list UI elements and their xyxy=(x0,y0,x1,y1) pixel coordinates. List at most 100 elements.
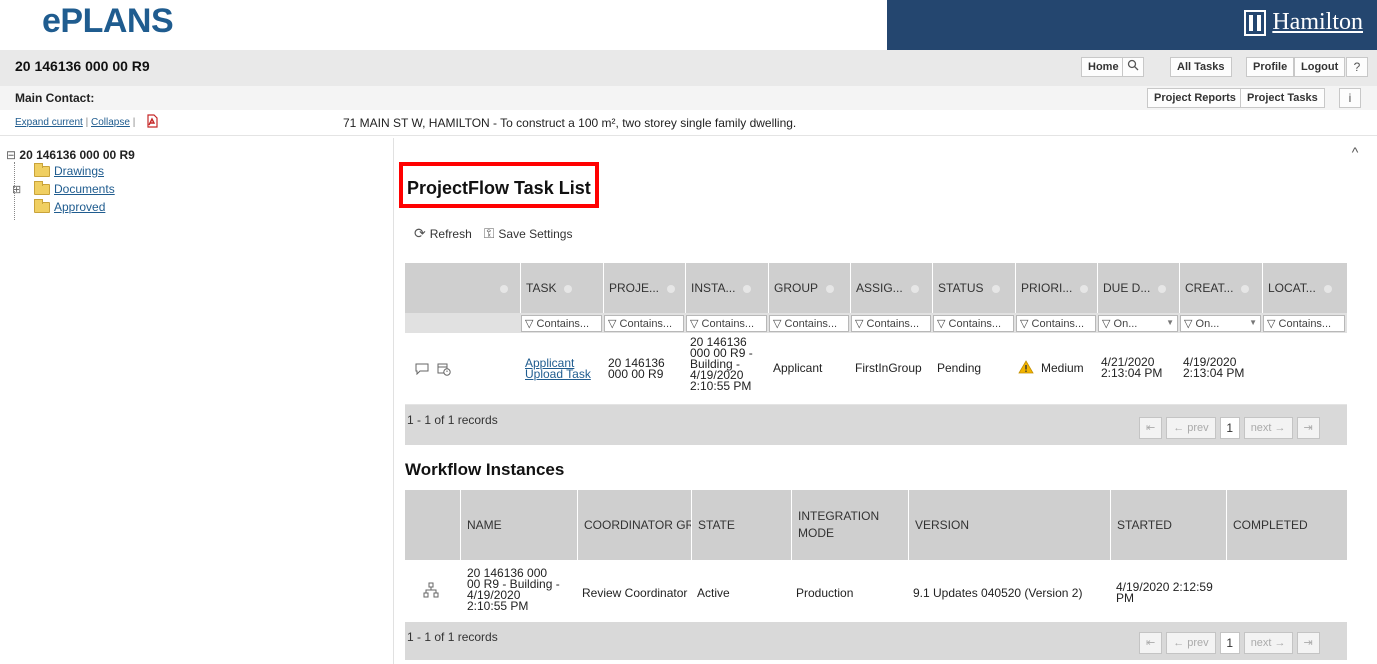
column-header-task[interactable]: TASK xyxy=(520,263,603,313)
column-header-version[interactable]: VERSION xyxy=(908,490,1110,560)
prev-page-button[interactable]: ← prev xyxy=(1166,632,1216,654)
scroll-up-icon[interactable]: ^ xyxy=(1347,144,1363,160)
all-tasks-button[interactable]: All Tasks xyxy=(1170,57,1232,77)
table-row[interactable]: 20 146136 000 00 R9 - Building - 4/19/20… xyxy=(405,560,1347,622)
tree-item-documents[interactable]: ⊞ Documents xyxy=(12,180,366,198)
brand-banner: Hamilton xyxy=(887,0,1377,50)
prev-page-button[interactable]: ← prev xyxy=(1166,417,1216,439)
task-grid-filter-row: ▽ Contains... ▽ Contains... ▽ Contains..… xyxy=(405,313,1347,333)
save-settings-button[interactable]: ⚿ Save Settings xyxy=(484,225,573,242)
logout-button[interactable]: Logout xyxy=(1294,57,1346,77)
column-header-label: GROUP xyxy=(774,281,819,295)
project-description: 71 MAIN ST W, HAMILTON - To construct a … xyxy=(343,116,797,130)
column-menu-icon[interactable] xyxy=(500,284,508,293)
column-header-created[interactable]: CREAT... xyxy=(1179,263,1262,313)
column-menu-icon[interactable] xyxy=(1158,284,1167,293)
info-button[interactable]: i xyxy=(1339,88,1361,108)
project-tasks-button[interactable]: Project Tasks xyxy=(1240,88,1325,108)
expand-icon[interactable]: ⊞ xyxy=(12,183,21,196)
eplans-logo[interactable]: ePLANS xyxy=(42,2,174,41)
column-header-name[interactable]: NAME xyxy=(460,490,577,560)
tree-item-label[interactable]: Approved xyxy=(54,200,105,214)
filter-status[interactable]: ▽ Contains... xyxy=(933,315,1014,332)
task-priority: Medium xyxy=(1041,361,1084,375)
refresh-button[interactable]: ⟳ Refresh xyxy=(414,225,472,242)
refresh-label: Refresh xyxy=(429,226,472,241)
filter-priority[interactable]: ▽ Contains... xyxy=(1016,315,1096,332)
table-row[interactable]: Applicant Upload Task 20 146136 000 00 R… xyxy=(405,333,1347,405)
tree-item-drawings[interactable]: Drawings xyxy=(34,162,366,180)
column-header-completed[interactable]: COMPLETED xyxy=(1226,490,1347,560)
filter-due-date[interactable]: ▽ On... ▼ xyxy=(1098,315,1178,332)
main-contact-label: Main Contact: xyxy=(15,91,95,105)
main-scrollbar[interactable]: ^ xyxy=(1347,138,1363,664)
filter-created[interactable]: ▽ On... ▼ xyxy=(1180,315,1261,332)
column-header-location[interactable]: LOCAT... xyxy=(1262,263,1347,313)
filter-location[interactable]: ▽ Contains... xyxy=(1263,315,1345,332)
main-contact-bar: Main Contact: Project Reports Project Ta… xyxy=(0,86,1377,110)
next-page-button[interactable]: next → xyxy=(1243,632,1293,654)
next-page-button[interactable]: next → xyxy=(1243,417,1293,439)
column-header-group[interactable]: GROUP xyxy=(768,263,850,313)
column-header-coordinator[interactable]: COORDINATOR GROUP xyxy=(577,490,691,560)
expand-current-link[interactable]: Expand current xyxy=(15,117,83,128)
filter-label: Contains... xyxy=(784,318,838,330)
column-header-integration-mode[interactable]: INTEGRATION MODE xyxy=(791,490,908,560)
last-page-button[interactable]: ⇥ xyxy=(1296,632,1320,654)
filter-label: Contains... xyxy=(701,318,755,330)
column-header-instance[interactable]: INSTA... xyxy=(685,263,768,313)
task-status: Pending xyxy=(937,361,982,375)
workflow-diagram-icon[interactable] xyxy=(423,582,439,598)
comment-icon[interactable] xyxy=(415,363,429,375)
column-menu-icon[interactable] xyxy=(1241,284,1250,293)
collapse-link[interactable]: Collapse xyxy=(91,117,130,128)
last-page-button[interactable]: ⇥ xyxy=(1296,417,1320,439)
column-menu-icon[interactable] xyxy=(991,284,1000,293)
column-menu-icon[interactable] xyxy=(910,284,919,293)
column-menu-icon[interactable] xyxy=(667,284,676,293)
search-button[interactable] xyxy=(1122,57,1144,77)
home-button[interactable]: Home xyxy=(1081,57,1126,77)
tree-root[interactable]: ⊟ 20 146136 000 00 R9 xyxy=(6,148,366,162)
task-assign: FirstInGroup xyxy=(855,361,922,375)
column-header-label: VERSION xyxy=(915,518,970,532)
filter-group[interactable]: ▽ Contains... xyxy=(769,315,849,332)
collapse-icon[interactable]: ⊟ xyxy=(6,148,16,162)
tree-item-approved[interactable]: Approved xyxy=(34,198,366,216)
column-header-project[interactable]: PROJE... xyxy=(603,263,685,313)
pdf-icon[interactable] xyxy=(146,114,158,128)
column-header-status[interactable]: STATUS xyxy=(932,263,1015,313)
tree-item-label[interactable]: Drawings xyxy=(54,164,104,178)
first-page-button[interactable]: ⇤ xyxy=(1139,632,1163,654)
column-menu-icon[interactable] xyxy=(743,284,752,293)
column-header-label: INSTA... xyxy=(691,281,736,295)
column-header-state[interactable]: STATE xyxy=(691,490,791,560)
hamilton-logo[interactable]: Hamilton xyxy=(1244,9,1363,36)
column-header-label: STATUS xyxy=(938,281,984,295)
help-button[interactable]: ? xyxy=(1346,57,1368,77)
column-header-started[interactable]: STARTED xyxy=(1110,490,1226,560)
dropdown-arrow-icon[interactable]: ▼ xyxy=(1249,318,1257,327)
column-menu-icon[interactable] xyxy=(1080,284,1089,293)
dropdown-arrow-icon[interactable]: ▼ xyxy=(1166,318,1174,327)
column-menu-icon[interactable] xyxy=(564,284,573,293)
project-reports-button[interactable]: Project Reports xyxy=(1147,88,1243,108)
tree-item-label[interactable]: Documents xyxy=(54,182,115,196)
column-header-priority[interactable]: PRIORI... xyxy=(1015,263,1097,313)
column-header-due-date[interactable]: DUE D... xyxy=(1097,263,1179,313)
calendar-clock-icon[interactable] xyxy=(437,362,451,376)
filter-task[interactable]: ▽ Contains... xyxy=(521,315,602,332)
filter-assign[interactable]: ▽ Contains... xyxy=(851,315,931,332)
column-header-assign[interactable]: ASSIG... xyxy=(850,263,932,313)
page-number[interactable]: 1 xyxy=(1219,632,1240,654)
task-link[interactable]: Applicant Upload Task xyxy=(525,357,597,380)
column-menu-icon[interactable] xyxy=(1323,284,1332,293)
project-bar: 20 146136 000 00 R9 Home All Tasks Profi… xyxy=(0,50,1377,86)
profile-button[interactable]: Profile xyxy=(1246,57,1295,77)
first-page-button[interactable]: ⇤ xyxy=(1139,417,1163,439)
filter-instance[interactable]: ▽ Contains... xyxy=(686,315,767,332)
hamilton-brand-text: Hamilton xyxy=(1272,9,1363,35)
filter-project[interactable]: ▽ Contains... xyxy=(604,315,684,332)
column-menu-icon[interactable] xyxy=(826,284,835,293)
page-number[interactable]: 1 xyxy=(1219,417,1240,439)
